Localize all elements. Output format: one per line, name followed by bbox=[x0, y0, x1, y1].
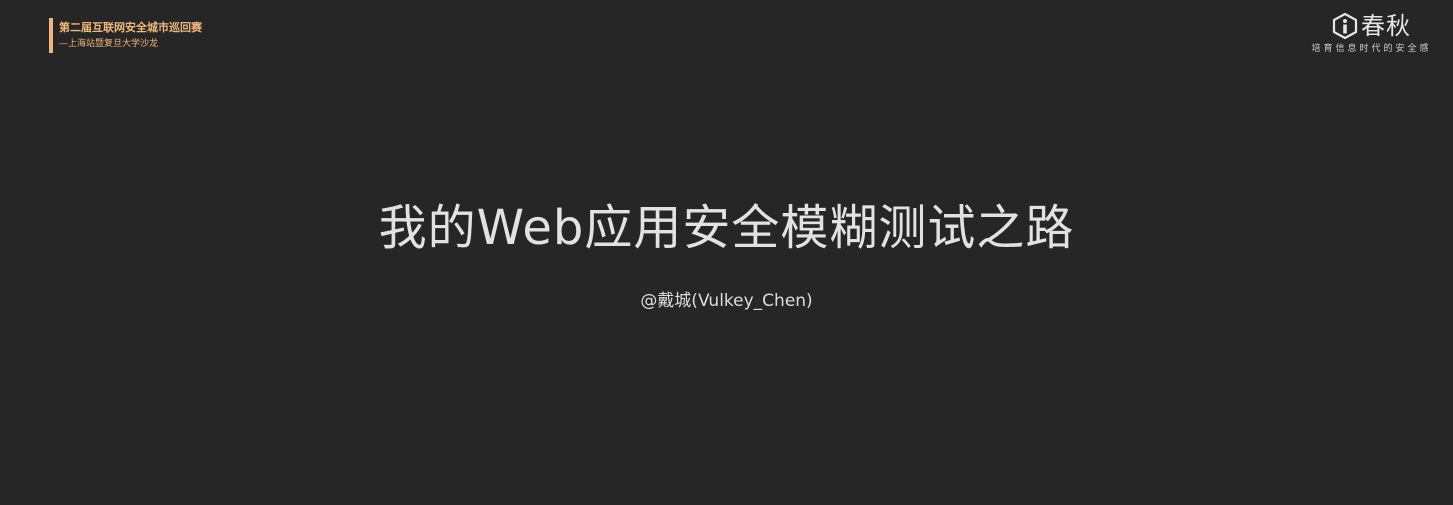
slide-title: 我的Web应用安全模糊测试之路 bbox=[378, 200, 1075, 256]
event-banner: 第二届互联网安全城市巡回赛 —上海站暨复旦大学沙龙 bbox=[49, 18, 202, 53]
brand-logo-row: 春秋 bbox=[1332, 10, 1411, 42]
brand-header: 春秋 培育信息时代的安全感 bbox=[1299, 10, 1444, 55]
brand-slogan: 培育信息时代的安全感 bbox=[1311, 44, 1432, 54]
i-hexagon-logo-icon bbox=[1332, 12, 1358, 40]
slide-author: @戴城(Vulkey_Chen) bbox=[640, 291, 813, 311]
event-title: 第二届互联网安全城市巡回赛 bbox=[59, 21, 202, 34]
event-subtitle: —上海站暨复旦大学沙龙 bbox=[59, 39, 159, 49]
brand-name: 春秋 bbox=[1361, 12, 1411, 40]
